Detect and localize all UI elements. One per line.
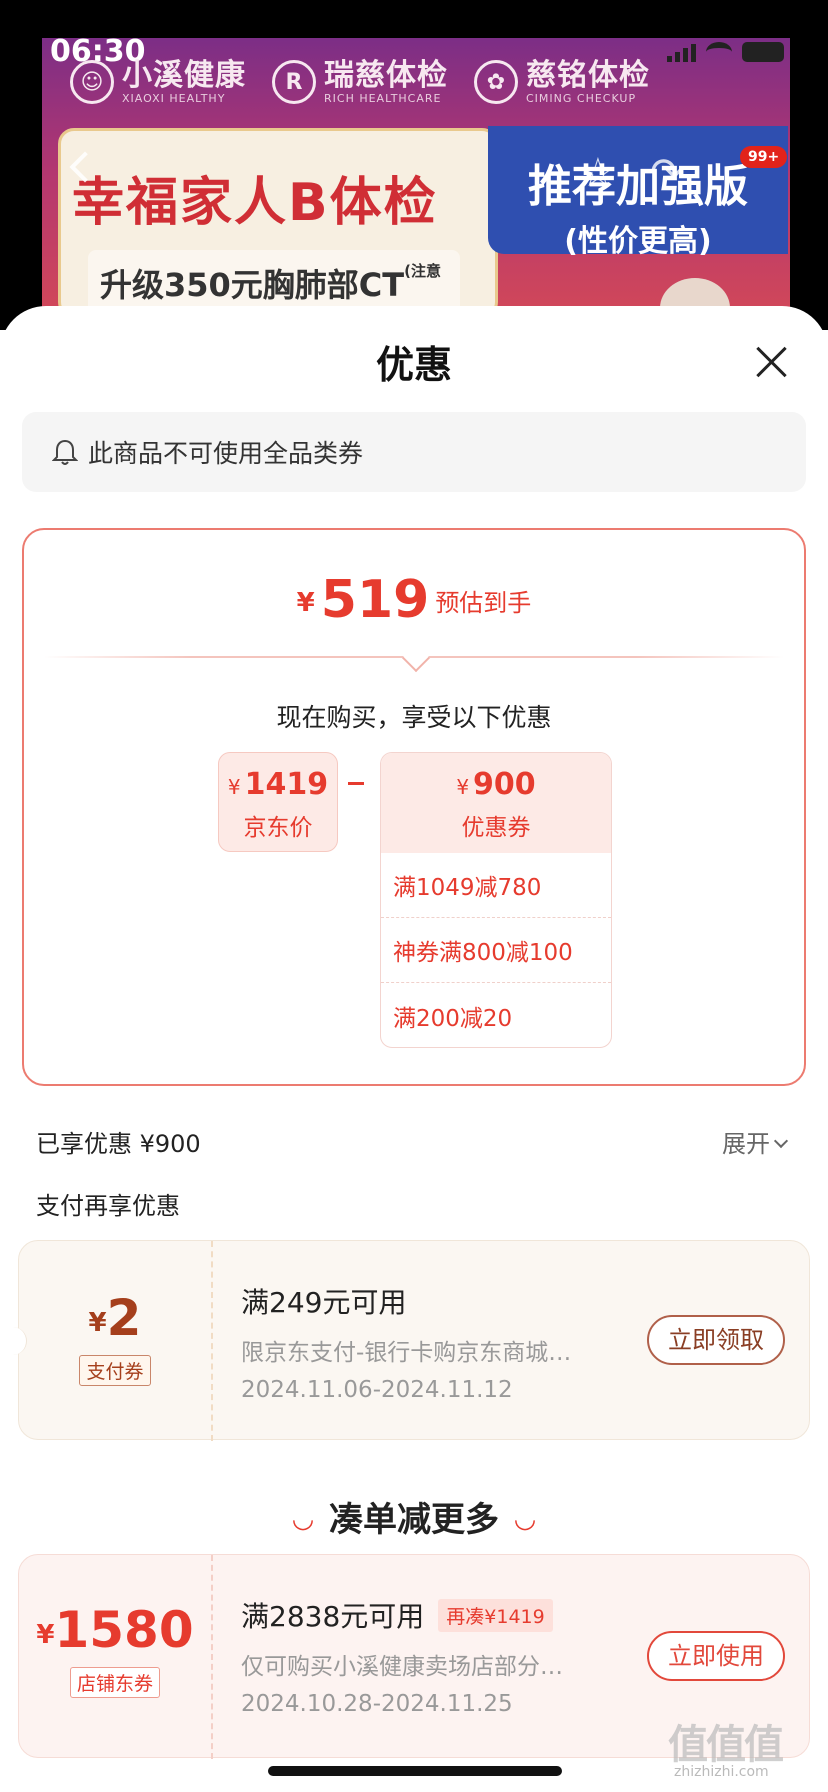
expand-button[interactable]: 展开 — [722, 1124, 789, 1159]
watermark-url: zhizhizhi.com — [674, 1764, 769, 1780]
minus-sign — [348, 782, 364, 785]
notice-text: 此商品不可使用全品类券 — [88, 439, 364, 468]
discount-sheet: 优惠 此商品不可使用全品类券 ¥519 预估到手 现在购买，享受以下优惠 ¥141… — [0, 306, 828, 1792]
share-icon[interactable]: ↷ — [650, 150, 684, 196]
jd-price-box: ¥1419 京东价 — [218, 752, 338, 852]
brand-logo-icon: R — [272, 60, 316, 104]
brand-rich: R 瑞慈体检 RICH HEALTHCARE — [272, 59, 448, 105]
shop-coupon-extra: 再凑¥1419 — [438, 1598, 553, 1632]
coupon-total-value: 900 — [473, 767, 536, 802]
pay-coupon-amount: ¥2 — [88, 1289, 142, 1347]
pay-coupon-desc: 限京东支付-银行卡购京东商城… — [241, 1340, 572, 1366]
cart-count-badge: 99+ — [740, 146, 788, 168]
close-icon[interactable] — [750, 340, 794, 384]
pay-coupon-condition: 满249元可用 — [241, 1286, 407, 1319]
product-page-background: 06:30 ☺ 小溪健康 XIAOXI HEALTHY R 瑞慈体检 RICH HE… — [0, 0, 828, 330]
pay-coupon-date: 2024.11.06-2024.11.12 — [241, 1377, 513, 1403]
smile-icon: ◡ — [293, 1504, 313, 1534]
jd-price-value: 1419 — [244, 767, 329, 802]
coupon-notice: 此商品不可使用全品类券 — [22, 412, 806, 492]
pay-more-heading: 支付再享优惠 — [36, 1192, 180, 1220]
use-now-button[interactable]: 立即使用 — [647, 1631, 785, 1681]
brand-ciming: ✿ 慈铭体检 CIMING CHECKUP — [474, 59, 650, 105]
shop-coupon-date: 2024.10.28-2024.11.25 — [241, 1691, 513, 1717]
watermark: 值值值 — [668, 1722, 784, 1768]
promo-card: 推荐加强版 (性价更高) — [488, 126, 788, 259]
coupon-item: 神券满800减100 — [381, 918, 611, 983]
estimated-price-value: 519 — [320, 570, 430, 630]
product-subtitle: 升级350元胸肺部CT(注意选项) — [88, 250, 460, 326]
enjoyed-discount: 已享优惠 ¥900 — [36, 1130, 201, 1158]
pay-coupon-card: ¥2 支付券 满249元可用 限京东支付-银行卡购京东商城… 2024.11.0… — [11, 1240, 810, 1441]
jd-price-label: 京东价 — [243, 815, 313, 841]
brand-row: ☺ 小溪健康 XIAOXI HEALTHY R 瑞慈体检 RICH HEALTHCA… — [70, 50, 770, 114]
smile-icon: ◡ — [515, 1504, 535, 1534]
brand-logo-icon: ✿ — [474, 60, 518, 104]
divider-arrow — [401, 643, 431, 673]
sheet-title: 优惠 — [375, 343, 452, 387]
coupon-item: 满1049减780 — [381, 853, 611, 918]
shop-coupon-amount: ¥1580 — [36, 1601, 194, 1659]
brand-logo-icon: ☺ — [70, 60, 114, 104]
pay-coupon-tag: 支付券 — [79, 1355, 151, 1386]
shop-coupon-tag: 店铺东券 — [69, 1667, 160, 1698]
claim-button[interactable]: 立即领取 — [647, 1315, 785, 1365]
coupon-item: 满200减20 — [393, 1005, 513, 1032]
shop-coupon-desc: 仅可购买小溪健康卖场店部分… — [241, 1654, 563, 1680]
bell-icon — [51, 438, 79, 466]
estimated-price-label: 预估到手 — [435, 589, 532, 617]
coupon-total-box: ¥900 优惠券 满1049减780 神券满800减100 满200减20 — [380, 752, 612, 1048]
brand-xiaoxi: ☺ 小溪健康 XIAOXI HEALTHY — [70, 59, 246, 105]
estimated-price: ¥519 预估到手 — [296, 570, 532, 630]
buy-now-text: 现在购买，享受以下优惠 — [276, 703, 552, 732]
star-icon[interactable]: ☆ — [580, 150, 616, 196]
price-breakdown-card: ¥519 预估到手 现在购买，享受以下优惠 ¥1419 京东价 ¥900 优惠券 … — [22, 528, 806, 1086]
home-indicator[interactable] — [268, 1766, 562, 1776]
shop-coupon-condition: 满2838元可用 — [241, 1600, 425, 1633]
more-discounts-heading: ◡ 凑单减更多 ◡ — [293, 1500, 535, 1540]
product-title: 幸福家人B体检 — [72, 173, 438, 233]
chevron-down-icon — [773, 1133, 789, 1149]
coupon-total-label: 优惠券 — [461, 815, 531, 841]
